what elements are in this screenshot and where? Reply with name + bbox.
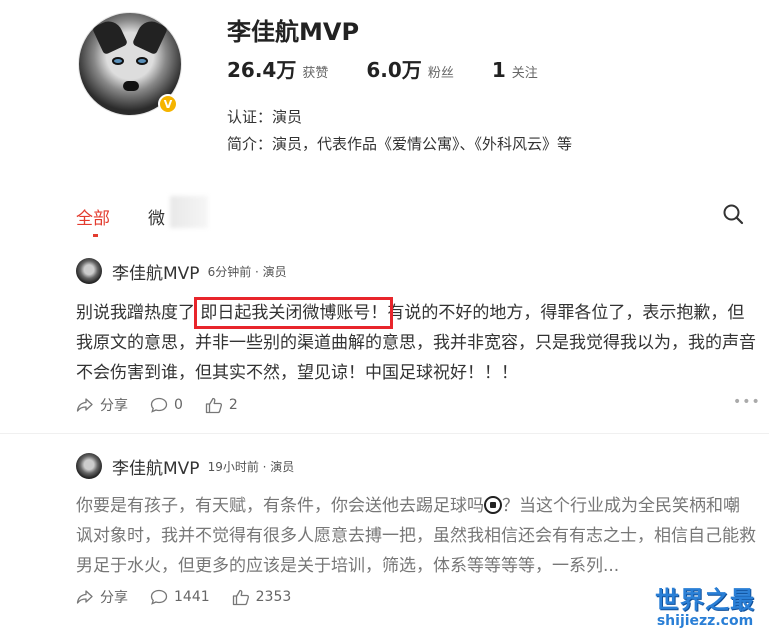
stat-label: 关注: [511, 66, 538, 81]
avatar-nose: [123, 81, 139, 91]
stat-likes[interactable]: 26.4万 获赞: [227, 54, 328, 83]
comment-button[interactable]: 0: [150, 397, 183, 413]
like-count: 2353: [255, 589, 292, 605]
share-button[interactable]: 分享: [76, 587, 128, 607]
thumbs-up-icon: [205, 397, 222, 413]
verified-badge-icon: V: [158, 94, 178, 114]
stat-followers[interactable]: 6.0万 粉丝: [366, 54, 453, 83]
site-watermark: 世界之最 shijiezz.com: [645, 580, 765, 629]
post-text-start: 你要是有孩子，有天赋，有条件，你会送他去踢足球吗: [76, 496, 484, 516]
post-avatar[interactable]: [76, 453, 102, 479]
blurred-area: [170, 196, 208, 228]
post-author[interactable]: 李佳航MVP: [112, 454, 200, 479]
post-divider: [0, 433, 769, 434]
post-header: 李佳航MVP 6分钟前 · 演员: [76, 256, 287, 286]
post-author[interactable]: 李佳航MVP: [112, 259, 200, 284]
like-count: 2: [228, 397, 238, 413]
comment-icon: [150, 589, 168, 605]
tab-weibo[interactable]: 微: [148, 204, 165, 229]
post-meta: 6分钟前 · 演员: [207, 264, 287, 279]
post-avatar[interactable]: [76, 258, 102, 284]
post-actions: 分享 1441 2353: [76, 587, 313, 607]
post-text-start: 别说我蹭热度了: [76, 303, 201, 323]
avatar-ear: [91, 16, 129, 56]
post-header: 李佳航MVP 19小时前 · 演员: [76, 451, 294, 481]
watermark-title: 世界之最: [655, 586, 755, 614]
search-icon[interactable]: [722, 203, 744, 225]
share-label: 分享: [100, 398, 128, 414]
share-icon: [76, 590, 93, 604]
post-actions: 分享 0 2: [76, 395, 260, 415]
stat-number: 26.4万: [227, 58, 297, 82]
stat-number: 1: [491, 58, 506, 82]
comment-count: 1441: [174, 589, 210, 605]
comment-count: 0: [174, 397, 183, 413]
stat-following[interactable]: 1 关注: [492, 58, 538, 82]
profile-certification: 认证：演员: [227, 108, 303, 126]
stat-label: 粉丝: [427, 66, 454, 81]
share-button[interactable]: 分享: [76, 395, 128, 415]
post-text: 别说我蹭热度了 即日起我关闭微博账号！有说的不好的地方，得罪各位了，表示抱歉，但…: [76, 297, 756, 388]
stat-label: 获赞: [302, 66, 329, 81]
post-meta: 19小时前 · 演员: [207, 459, 295, 474]
profile-bio: 简介：演员，代表作品《爱情公寓》、《外科风云》等: [227, 135, 573, 153]
tab-all[interactable]: 全部: [76, 204, 110, 237]
more-options-icon[interactable]: •••: [733, 394, 761, 410]
comment-button[interactable]: 1441: [150, 589, 210, 605]
like-button[interactable]: 2353: [232, 589, 292, 606]
avatar-eye: [136, 57, 148, 65]
highlighted-text: 即日起我关闭微博账号！: [194, 297, 394, 329]
share-icon: [76, 398, 93, 412]
stat-number: 6.0万: [366, 58, 422, 82]
avatar-eye: [112, 57, 124, 65]
avatar-ear: [131, 16, 169, 56]
thumbs-up-icon: [232, 589, 249, 605]
watermark-url: shijiezz.com: [656, 613, 754, 629]
post-text[interactable]: 你要是有孩子，有天赋，有条件，你会送他去踢足球吗 ？当这个行业成为全民笑柄和嘲讽对…: [76, 491, 756, 581]
profile-name: 李佳航MVP: [227, 18, 360, 46]
comment-icon: [150, 397, 168, 413]
like-button[interactable]: 2: [205, 397, 238, 414]
tab-bar: 全部 微: [0, 196, 769, 240]
profile-stats: 26.4万 获赞 6.0万 粉丝 1 关注: [227, 54, 576, 83]
soccer-ball-icon: [484, 496, 502, 514]
share-label: 分享: [100, 590, 128, 606]
